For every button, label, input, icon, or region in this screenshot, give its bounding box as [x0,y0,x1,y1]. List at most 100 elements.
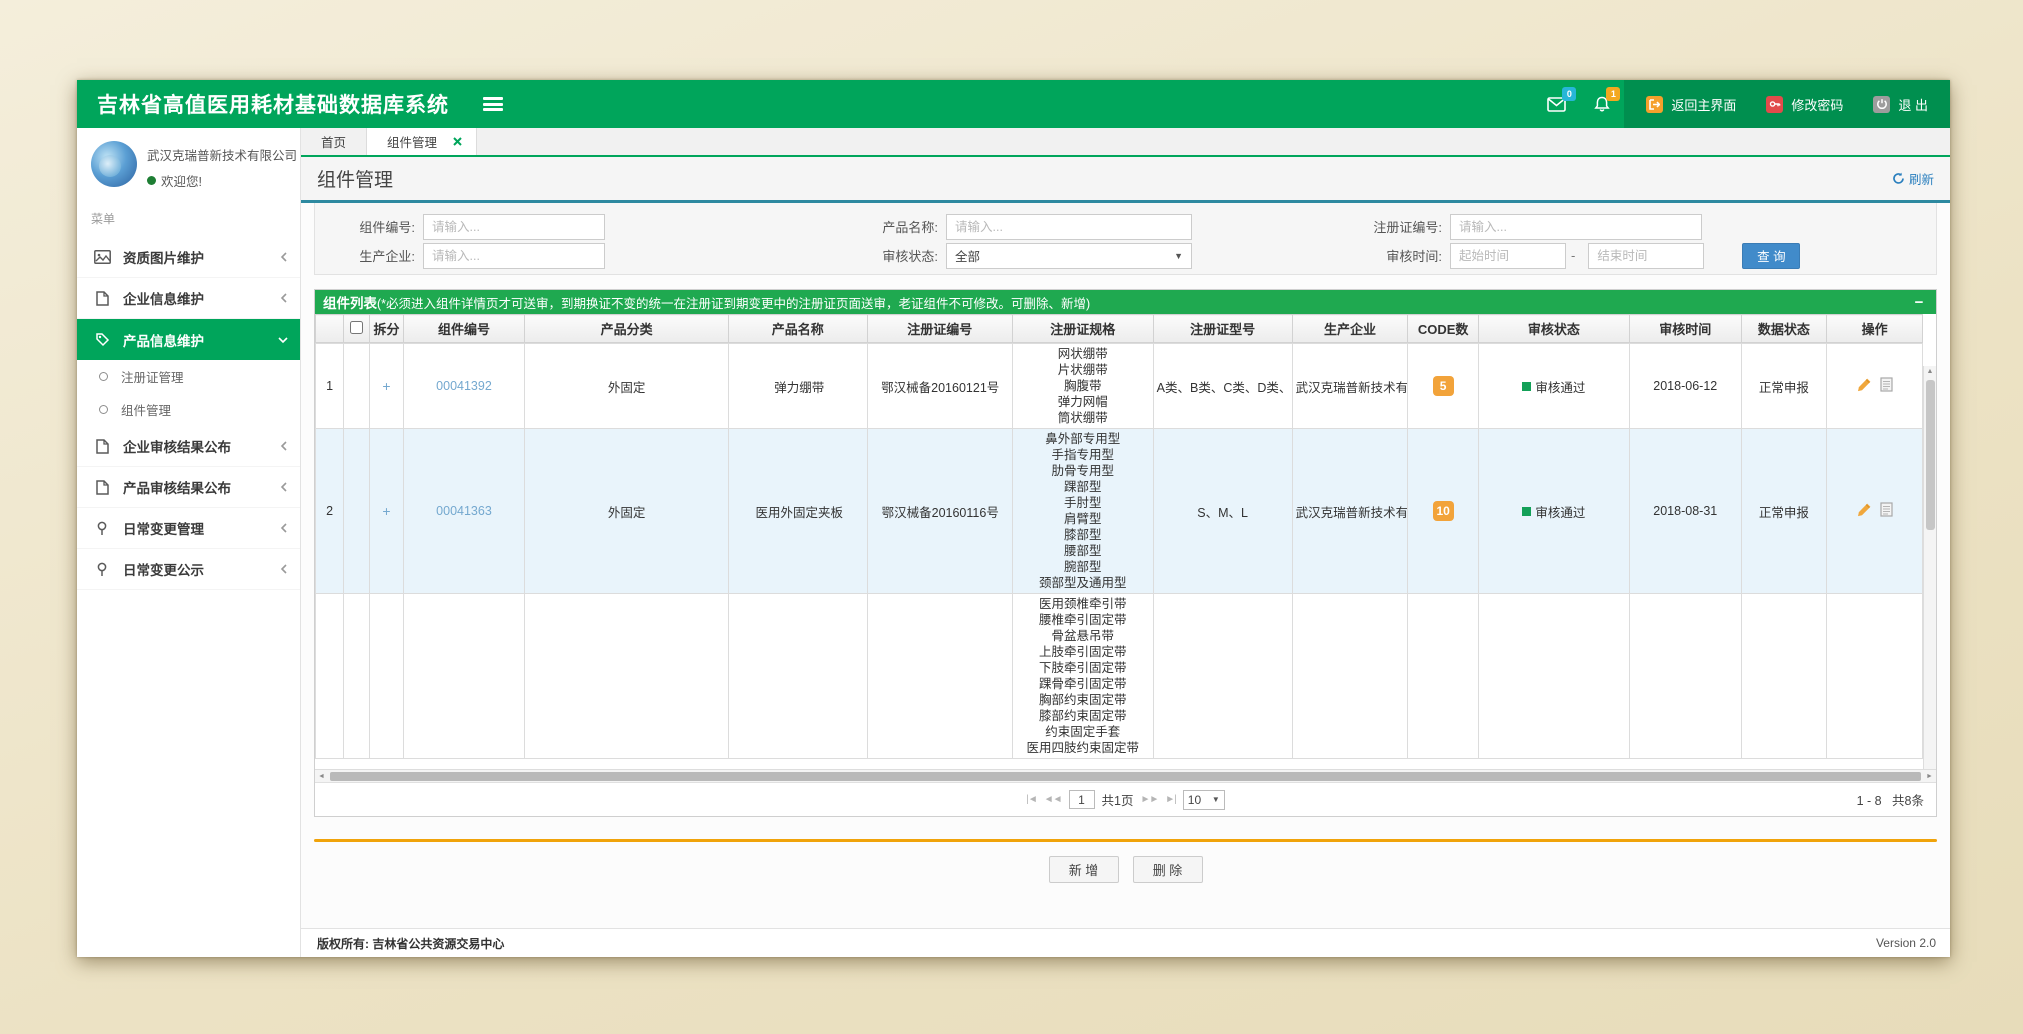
component-code-link[interactable]: 00041363 [436,504,492,518]
hamburger-menu-icon[interactable] [483,97,503,111]
column-header: 审核时间 [1629,315,1741,343]
prev-page-button[interactable]: ◄◄ [1044,794,1062,805]
audit-status-cell: 审核通过 [1478,344,1629,429]
category-cell [525,594,728,759]
sidebar-item-4[interactable]: 产品审核结果公布 [77,467,300,508]
delete-button[interactable]: 删 除 [1133,856,1203,883]
code-count-cell: 10 [1408,429,1478,594]
scroll-left-icon[interactable]: ◄ [315,770,328,782]
manufacturer-input[interactable] [423,243,605,269]
sidebar-item-label: 日常变更管理 [123,518,280,538]
sidebar-item-5[interactable]: 日常变更管理 [77,508,300,549]
sidebar-item-3[interactable]: 企业审核结果公布 [77,426,300,467]
logout-button[interactable]: 退 出 [1873,95,1928,114]
component-code-link[interactable]: 00041392 [436,379,492,393]
audit-time-to-input[interactable] [1588,243,1704,269]
operations-cell [1827,594,1923,759]
sidebar-item-label: 日常变更公示 [123,559,280,579]
document-icon[interactable] [1880,377,1893,392]
sidebar-subitem-1[interactable]: 组件管理 [77,393,300,426]
table-wrapper: 拆分组件编号产品分类产品名称注册证编号注册证规格注册证型号生产企业CODE数审核… [315,314,1936,769]
audit-time-cell: 2018-06-12 [1629,344,1741,429]
cert-no-cell: 鄂汉械备20160121号 [867,344,1012,429]
last-page-button[interactable]: ►| [1165,794,1176,805]
notifications-button[interactable]: 1 [1580,80,1624,128]
tab-component-management[interactable]: 组件管理 [367,128,477,155]
operations-cell [1827,344,1923,429]
expand-row-button[interactable]: + [382,378,390,394]
select-all-checkbox[interactable] [350,321,363,334]
row-checkbox-cell [344,344,370,429]
file-icon [93,439,111,454]
code-count-badge: 5 [1433,376,1454,396]
expand-row-button[interactable]: + [382,503,390,519]
sidebar-item-2[interactable]: 产品信息维护 [77,319,300,360]
audit-time-from-input[interactable] [1450,243,1566,269]
scroll-right-icon[interactable]: ► [1923,770,1936,782]
app-window: 吉林省高值医用耗材基础数据库系统 0 1 返回主界面 [77,80,1950,957]
pin-icon [93,562,111,577]
document-icon[interactable] [1880,502,1893,517]
product-name-input[interactable] [946,214,1192,240]
manufacturer-cell [1292,594,1408,759]
sidebar-item-6[interactable]: 日常变更公示 [77,549,300,590]
welcome-text: 欢迎您! [161,171,202,190]
chevron-left-icon [280,441,288,451]
component-table-body: 1+00041392外固定弹力绷带鄂汉械备20160121号网状绷带片状绷带胸腹… [315,343,1923,759]
data-status-cell [1741,594,1827,759]
horizontal-scroll-thumb[interactable] [330,772,1921,781]
sidebar-subitem-0[interactable]: 注册证管理 [77,360,300,393]
vertical-scrollbar[interactable]: ▲ ▼ [1923,366,1936,792]
refresh-button[interactable]: 刷新 [1892,169,1950,188]
specs-cell: 医用颈椎牵引带腰椎牵引固定带骨盆悬吊带上肢牵引固定带下肢牵引固定带踝骨牵引固定带… [1012,594,1153,759]
page-size-select[interactable]: 10 ▼ [1183,790,1225,810]
image-icon [93,250,111,264]
product-name-cell: 医用外固定夹板 [728,429,867,594]
add-button[interactable]: 新 增 [1049,856,1119,883]
edit-icon[interactable] [1857,377,1872,392]
chevron-left-icon [280,482,288,492]
panel-header: 组件列表 (*必须进入组件详情页才可送审，到期换证不变的统一在注册证到期变更中的… [315,290,1936,314]
column-header: 注册证编号 [867,315,1012,343]
sidebar-nav: 资质图片维护企业信息维护产品信息维护注册证管理组件管理企业审核结果公布产品审核结… [77,237,300,957]
component-code-label: 组件编号: [315,217,415,236]
return-main-icon [1646,96,1663,113]
query-button[interactable]: 查 询 [1742,243,1800,269]
product-icon [93,332,111,347]
manufacturer-cell: 武汉克瑞普新技术有 [1292,429,1408,594]
tab-close-icon[interactable] [453,137,462,146]
change-password-button[interactable]: 修改密码 [1766,95,1843,114]
models-cell: S、M、L [1153,429,1292,594]
specs-cell: 网状绷带片状绷带胸腹带弹力网帽筒状绷带 [1012,344,1153,429]
table-row: 医用颈椎牵引带腰椎牵引固定带骨盆悬吊带上肢牵引固定带下肢牵引固定带踝骨牵引固定带… [316,594,1923,759]
scroll-up-icon[interactable]: ▲ [1924,368,1936,375]
power-icon [1873,96,1890,113]
component-code-cell: 00041363 [403,429,525,594]
edit-icon[interactable] [1857,502,1872,517]
first-page-button[interactable]: |◄ [1026,794,1037,805]
audit-status-cell: 审核通过 [1478,429,1629,594]
page-number-input[interactable] [1069,790,1095,809]
horizontal-scrollbar[interactable]: ◄ ► [315,769,1936,782]
sidebar-item-0[interactable]: 资质图片维护 [77,237,300,278]
refresh-icon [1892,172,1905,185]
vertical-scroll-thumb[interactable] [1926,380,1935,530]
mail-button[interactable]: 0 [1533,80,1580,128]
chevron-left-icon [280,293,288,303]
sidebar-item-1[interactable]: 企业信息维护 [77,278,300,319]
collapse-panel-icon[interactable]: − [1910,294,1928,311]
return-main-button[interactable]: 返回主界面 [1646,95,1736,114]
column-header: 注册证规格 [1012,315,1153,343]
action-buttons: 新 增 删 除 [314,856,1937,883]
audit-status-select[interactable]: 全部 ▼ [946,243,1192,269]
component-code-input[interactable] [423,214,605,240]
file-icon [93,291,111,306]
cert-no-input[interactable] [1450,214,1702,240]
column-header: 操作 [1827,315,1923,343]
row-number: 2 [316,429,344,594]
tab-home[interactable]: 首页 [301,128,367,155]
next-page-button[interactable]: ►► [1140,794,1158,805]
avatar [91,141,137,187]
product-name-cell [728,594,867,759]
column-header: 产品分类 [525,315,728,343]
